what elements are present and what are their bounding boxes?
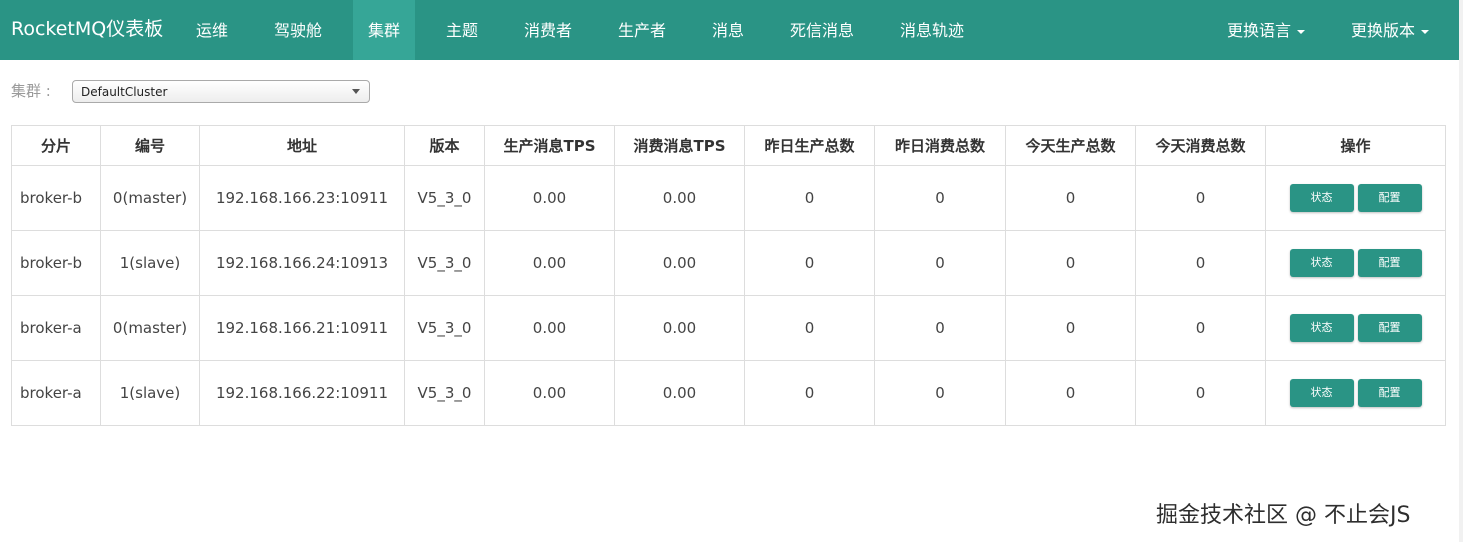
select-arrow-icon bbox=[352, 89, 360, 94]
language-label: 更换语言 bbox=[1227, 21, 1292, 40]
cell-today-produce: 0 bbox=[1005, 295, 1136, 361]
cell-consume-tps: 0.00 bbox=[614, 165, 745, 231]
cell-yesterday-produce: 0 bbox=[744, 360, 875, 426]
cell-id: 1(slave) bbox=[100, 360, 200, 426]
table-row: broker-b 1(slave) 192.168.166.24:10913 V… bbox=[11, 230, 1446, 296]
cell-shard: broker-b bbox=[11, 165, 101, 231]
version-label: 更换版本 bbox=[1351, 21, 1416, 40]
top-navbar: RocketMQ仪表板 运维 驾驶舱 集群 主题 消费者 生产者 消息 死信消息… bbox=[0, 0, 1459, 60]
cell-consume-tps: 0.00 bbox=[614, 230, 745, 296]
config-button[interactable]: 配置 bbox=[1357, 314, 1422, 342]
cell-actions: 状态 配置 bbox=[1265, 360, 1446, 426]
status-button[interactable]: 状态 bbox=[1289, 249, 1354, 277]
cell-today-consume: 0 bbox=[1135, 165, 1266, 231]
cluster-select-value: DefaultCluster bbox=[81, 85, 168, 99]
cell-id: 1(slave) bbox=[100, 230, 200, 296]
nav-producer[interactable]: 生产者 bbox=[618, 17, 666, 41]
cell-consume-tps: 0.00 bbox=[614, 360, 745, 426]
nav-dlq-message[interactable]: 死信消息 bbox=[790, 17, 854, 41]
cell-today-consume: 0 bbox=[1135, 295, 1266, 361]
cell-produce-tps: 0.00 bbox=[484, 295, 615, 361]
brand-title[interactable]: RocketMQ仪表板 bbox=[11, 14, 163, 41]
header-yesterday-produce: 昨日生产总数 bbox=[744, 125, 875, 166]
nav-topic[interactable]: 主题 bbox=[446, 17, 478, 41]
cell-shard: broker-a bbox=[11, 295, 101, 361]
scrollbar-track bbox=[1459, 0, 1463, 542]
header-yesterday-consume: 昨日消费总数 bbox=[874, 125, 1006, 166]
table-row: broker-a 0(master) 192.168.166.21:10911 … bbox=[11, 295, 1446, 361]
cell-version: V5_3_0 bbox=[404, 165, 485, 231]
cell-today-consume: 0 bbox=[1135, 360, 1266, 426]
nav-cluster[interactable]: 集群 bbox=[368, 17, 400, 41]
header-address: 地址 bbox=[199, 125, 405, 166]
cell-today-produce: 0 bbox=[1005, 230, 1136, 296]
cell-yesterday-produce: 0 bbox=[744, 295, 875, 361]
cluster-select[interactable]: DefaultCluster bbox=[72, 80, 370, 103]
cell-yesterday-produce: 0 bbox=[744, 230, 875, 296]
header-id: 编号 bbox=[100, 125, 200, 166]
header-shard: 分片 bbox=[11, 125, 101, 166]
cell-yesterday-consume: 0 bbox=[874, 360, 1006, 426]
config-button[interactable]: 配置 bbox=[1357, 379, 1422, 407]
cell-address: 192.168.166.22:10911 bbox=[199, 360, 405, 426]
cell-version: V5_3_0 bbox=[404, 230, 485, 296]
cell-id: 0(master) bbox=[100, 165, 200, 231]
cell-address: 192.168.166.23:10911 bbox=[199, 165, 405, 231]
cell-produce-tps: 0.00 bbox=[484, 360, 615, 426]
header-today-consume: 今天消费总数 bbox=[1135, 125, 1266, 166]
cell-yesterday-produce: 0 bbox=[744, 165, 875, 231]
cell-version: V5_3_0 bbox=[404, 360, 485, 426]
header-today-produce: 今天生产总数 bbox=[1005, 125, 1136, 166]
cluster-label: 集群 : bbox=[11, 82, 51, 100]
status-button[interactable]: 状态 bbox=[1289, 379, 1354, 407]
nav-dashboard[interactable]: 驾驶舱 bbox=[274, 17, 322, 41]
cell-actions: 状态 配置 bbox=[1265, 230, 1446, 296]
cell-actions: 状态 配置 bbox=[1265, 295, 1446, 361]
language-dropdown[interactable]: 更换语言 bbox=[1227, 17, 1306, 41]
config-button[interactable]: 配置 bbox=[1357, 184, 1422, 212]
cell-today-produce: 0 bbox=[1005, 165, 1136, 231]
header-actions: 操作 bbox=[1265, 125, 1446, 166]
cell-yesterday-consume: 0 bbox=[874, 165, 1006, 231]
status-button[interactable]: 状态 bbox=[1289, 314, 1354, 342]
chevron-down-icon bbox=[1421, 29, 1430, 34]
cell-yesterday-consume: 0 bbox=[874, 295, 1006, 361]
nav-message[interactable]: 消息 bbox=[712, 17, 744, 41]
cell-today-produce: 0 bbox=[1005, 360, 1136, 426]
watermark: 掘金技术社区 @ 不止会JS bbox=[1156, 503, 1411, 528]
cell-id: 0(master) bbox=[100, 295, 200, 361]
nav-ops[interactable]: 运维 bbox=[196, 17, 228, 41]
cell-consume-tps: 0.00 bbox=[614, 295, 745, 361]
cell-shard: broker-a bbox=[11, 360, 101, 426]
nav-message-trace[interactable]: 消息轨迹 bbox=[900, 17, 964, 41]
cell-version: V5_3_0 bbox=[404, 295, 485, 361]
chevron-down-icon bbox=[1297, 29, 1306, 34]
header-produce-tps: 生产消息TPS bbox=[484, 125, 615, 166]
nav-consumer[interactable]: 消费者 bbox=[524, 17, 572, 41]
cell-produce-tps: 0.00 bbox=[484, 230, 615, 296]
cell-shard: broker-b bbox=[11, 230, 101, 296]
table-row: broker-a 1(slave) 192.168.166.22:10911 V… bbox=[11, 360, 1446, 426]
cell-today-consume: 0 bbox=[1135, 230, 1266, 296]
cell-actions: 状态 配置 bbox=[1265, 165, 1446, 231]
cell-address: 192.168.166.21:10911 bbox=[199, 295, 405, 361]
broker-table: 分片 编号 地址 版本 生产消息TPS 消费消息TPS 昨日生产总数 昨日消费总… bbox=[11, 125, 1446, 426]
version-dropdown[interactable]: 更换版本 bbox=[1351, 17, 1430, 41]
header-version: 版本 bbox=[404, 125, 485, 166]
config-button[interactable]: 配置 bbox=[1357, 249, 1422, 277]
status-button[interactable]: 状态 bbox=[1289, 184, 1354, 212]
header-consume-tps: 消费消息TPS bbox=[614, 125, 745, 166]
table-header-row: 分片 编号 地址 版本 生产消息TPS 消费消息TPS 昨日生产总数 昨日消费总… bbox=[11, 125, 1446, 166]
table-row: broker-b 0(master) 192.168.166.23:10911 … bbox=[11, 165, 1446, 231]
cell-address: 192.168.166.24:10913 bbox=[199, 230, 405, 296]
cell-yesterday-consume: 0 bbox=[874, 230, 1006, 296]
cell-produce-tps: 0.00 bbox=[484, 165, 615, 231]
